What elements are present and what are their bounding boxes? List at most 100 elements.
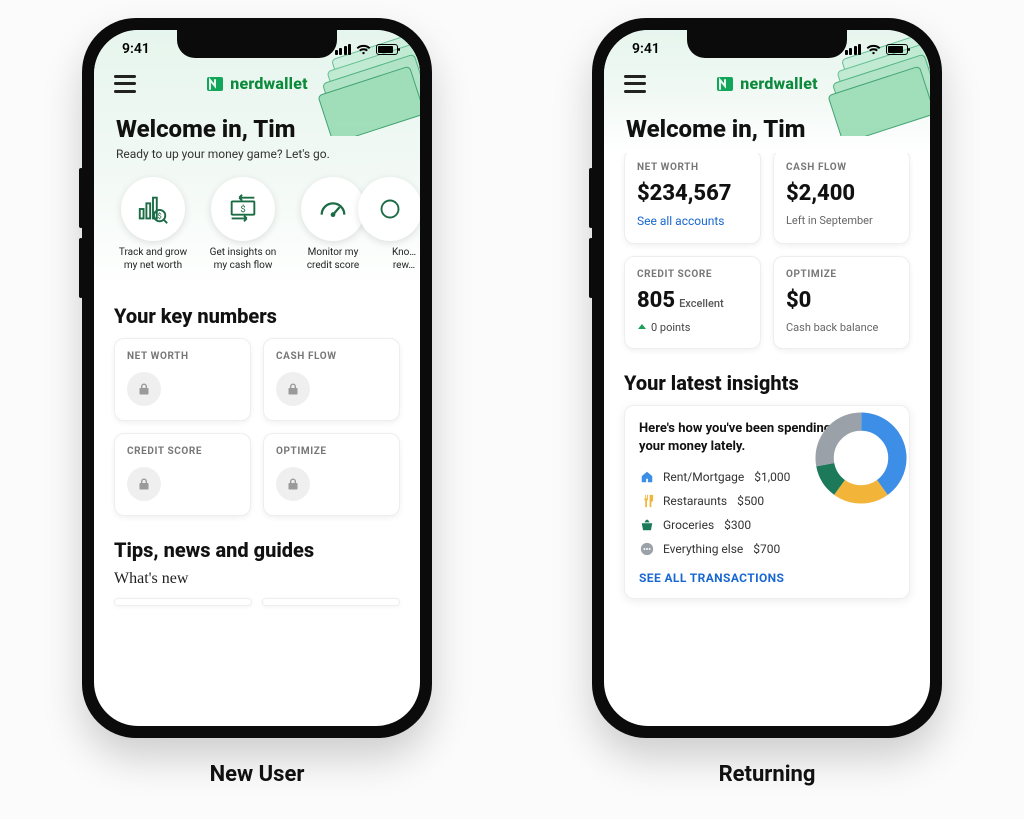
credit-delta-text: 0 points bbox=[651, 321, 690, 334]
generic-icon bbox=[373, 192, 407, 226]
screen-new-user: 9:41 nerdwallet bbox=[94, 30, 420, 726]
insights-section: Your latest insights bbox=[604, 349, 930, 395]
brand-name: nerdwallet bbox=[740, 74, 817, 93]
tile-optimize-locked[interactable]: OPTIMIZE bbox=[263, 433, 400, 516]
insight-amount: $1,000 bbox=[754, 470, 790, 484]
see-accounts-link[interactable]: See all accounts bbox=[637, 214, 724, 228]
signal-icon bbox=[845, 44, 862, 55]
status-icons bbox=[845, 44, 909, 55]
home-icon bbox=[639, 469, 655, 485]
circle-cash-flow[interactable]: $ Get insights on my cash flow bbox=[204, 177, 282, 272]
tile-net-worth-locked[interactable]: NET WORTH bbox=[114, 338, 251, 421]
insight-item: Groceries $300 bbox=[639, 513, 895, 537]
lock-icon bbox=[276, 467, 310, 501]
credit-delta: 0 points bbox=[637, 321, 748, 334]
tile-optimize[interactable]: OPTIMIZE $0 Cash back balance bbox=[773, 256, 910, 349]
hero-area: 9:41 nerdwallet bbox=[94, 30, 420, 288]
battery-icon bbox=[886, 44, 908, 55]
spending-donut-chart bbox=[813, 410, 909, 506]
status-bar: 9:41 bbox=[94, 30, 420, 68]
circle-label: Monitor my credit score bbox=[294, 247, 372, 272]
tile-credit-score-locked[interactable]: CREDIT SCORE bbox=[114, 433, 251, 516]
tile-label: CASH FLOW bbox=[786, 162, 897, 173]
welcome-block: Welcome in, Tim Ready to up your money g… bbox=[94, 95, 420, 167]
gauge-icon bbox=[316, 192, 350, 226]
key-numbers-heading: Your key numbers bbox=[114, 304, 400, 328]
tips-section: Tips, news and guides What's new bbox=[94, 520, 420, 606]
menu-button[interactable] bbox=[114, 75, 136, 93]
status-icons bbox=[335, 44, 399, 55]
status-bar: 9:41 bbox=[604, 30, 930, 68]
welcome-title: Welcome in, Tim bbox=[116, 115, 398, 143]
key-numbers-section: Your key numbers NET WORTH CASH FLOW CRE… bbox=[94, 288, 420, 520]
tile-subtext: Cash back balance bbox=[786, 321, 897, 334]
circle-partial[interactable]: Kno… rew… bbox=[384, 177, 420, 272]
whats-new-label: What's new bbox=[114, 570, 400, 588]
phone-frame-returning: 9:41 nerdwallet bbox=[592, 18, 942, 738]
insights-lead: Here's how you've been spending your mon… bbox=[639, 420, 839, 455]
app-bar: nerdwallet bbox=[604, 68, 930, 95]
circle-label: Track and grow my net worth bbox=[114, 247, 192, 272]
signal-icon bbox=[335, 44, 352, 55]
circle-net-worth[interactable]: $ Track and grow my net worth bbox=[114, 177, 192, 272]
insight-name: Everything else bbox=[663, 542, 743, 556]
logo-mark-icon bbox=[716, 75, 734, 93]
fork-icon bbox=[639, 493, 655, 509]
welcome-subtitle: Ready to up your money game? Let's go. bbox=[116, 147, 398, 161]
circle-label: Get insights on my cash flow bbox=[204, 247, 282, 272]
tile-cash-flow-locked[interactable]: CASH FLOW bbox=[263, 338, 400, 421]
circle-label: Kno… rew… bbox=[384, 247, 420, 272]
status-time: 9:41 bbox=[632, 41, 660, 57]
insight-amount: $700 bbox=[753, 542, 780, 556]
onboarding-carousel[interactable]: $ Track and grow my net worth $ Get insi… bbox=[94, 167, 420, 280]
tips-placeholder-cards bbox=[114, 598, 400, 606]
insights-heading: Your latest insights bbox=[624, 371, 910, 395]
lock-icon bbox=[127, 467, 161, 501]
tile-label: CREDIT SCORE bbox=[127, 446, 238, 457]
insight-name: Rent/Mortgage bbox=[663, 470, 744, 484]
caption-new-user: New User bbox=[210, 762, 305, 787]
tile-value: $2,400 bbox=[786, 181, 897, 206]
returning-tiles: NET WORTH $234,567 See all accounts CASH… bbox=[604, 149, 930, 349]
svg-text:$: $ bbox=[157, 211, 161, 220]
screen-returning: 9:41 nerdwallet bbox=[604, 30, 930, 726]
tile-label: CASH FLOW bbox=[276, 351, 387, 362]
credit-score-rating: Excellent bbox=[679, 297, 724, 310]
status-time: 9:41 bbox=[122, 41, 150, 57]
insights-card[interactable]: Here's how you've been spending your mon… bbox=[624, 405, 910, 599]
chart-dollar-icon: $ bbox=[136, 192, 170, 226]
brand-logo[interactable]: nerdwallet bbox=[716, 74, 817, 93]
circle-credit-score[interactable]: Monitor my credit score bbox=[294, 177, 372, 272]
insight-amount: $300 bbox=[724, 518, 751, 532]
tile-value: 805 Excellent bbox=[637, 288, 748, 313]
welcome-block: Welcome in, Tim bbox=[604, 95, 930, 149]
welcome-title: Welcome in, Tim bbox=[626, 115, 908, 143]
wifi-icon bbox=[356, 44, 371, 55]
logo-mark-icon bbox=[206, 75, 224, 93]
insight-name: Groceries bbox=[663, 518, 714, 532]
see-all-transactions-link[interactable]: SEE ALL TRANSACTIONS bbox=[639, 571, 784, 585]
lock-icon bbox=[276, 372, 310, 406]
tile-value: $234,567 bbox=[637, 181, 748, 206]
credit-score-number: 805 bbox=[637, 288, 675, 313]
tile-subtext: Left in September bbox=[786, 214, 897, 227]
wifi-icon bbox=[866, 44, 881, 55]
tile-label: NET WORTH bbox=[637, 162, 748, 173]
brand-logo[interactable]: nerdwallet bbox=[206, 74, 307, 93]
tile-label: CREDIT SCORE bbox=[637, 269, 748, 280]
tile-net-worth[interactable]: NET WORTH $234,567 See all accounts bbox=[624, 149, 761, 244]
svg-text:$: $ bbox=[240, 204, 245, 215]
phone-frame-new-user: 9:41 nerdwallet bbox=[82, 18, 432, 738]
app-bar: nerdwallet bbox=[94, 68, 420, 95]
insight-name: Restaraunts bbox=[663, 494, 727, 508]
tile-cash-flow[interactable]: CASH FLOW $2,400 Left in September bbox=[773, 149, 910, 244]
tile-credit-score[interactable]: CREDIT SCORE 805 Excellent 0 points bbox=[624, 256, 761, 349]
menu-button[interactable] bbox=[624, 75, 646, 93]
dots-icon bbox=[639, 541, 655, 557]
tile-value: $0 bbox=[786, 288, 897, 313]
insight-item: Everything else $700 bbox=[639, 537, 895, 561]
hero-area: 9:41 nerdwallet bbox=[604, 30, 930, 153]
tips-heading: Tips, news and guides bbox=[114, 538, 400, 562]
cashflow-icon: $ bbox=[226, 192, 260, 226]
brand-name: nerdwallet bbox=[230, 74, 307, 93]
